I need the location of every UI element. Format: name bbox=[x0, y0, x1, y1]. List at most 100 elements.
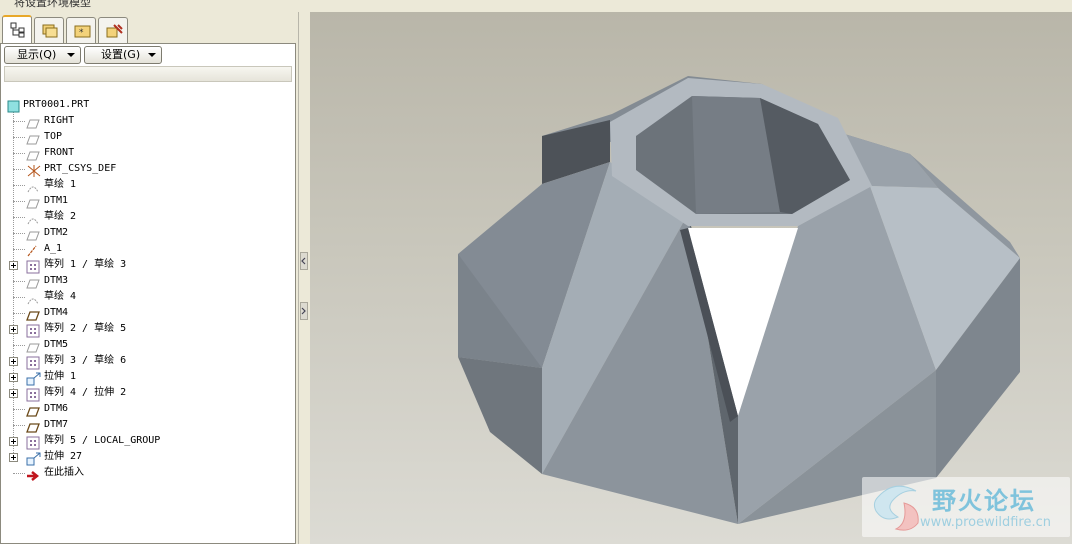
graphics-viewport[interactable] bbox=[310, 12, 1072, 544]
tree-item-label: 草绘 2 bbox=[44, 211, 77, 222]
tree-item[interactable]: FRONT bbox=[1, 145, 291, 161]
show-menu-label: 显示(Q) bbox=[17, 48, 57, 61]
expand-right-button[interactable] bbox=[300, 302, 308, 320]
watermark-url: www.proewildfire.cn bbox=[920, 515, 1051, 530]
tree-item-label: 在此插入 bbox=[44, 467, 84, 478]
chevron-left-icon bbox=[301, 257, 306, 265]
folder-browser-icon bbox=[42, 24, 58, 38]
tree-root-label: PRT0001.PRT bbox=[23, 99, 90, 110]
tree-item[interactable]: 拉伸 1 bbox=[1, 369, 291, 386]
svg-text:*: * bbox=[79, 28, 84, 38]
tree-connector bbox=[13, 201, 25, 202]
tree-item[interactable]: DTM6 bbox=[1, 401, 291, 417]
model-facet bbox=[458, 357, 542, 474]
tree-item[interactable]: 阵列 2 / 草绘 5 bbox=[1, 321, 291, 338]
tree-item[interactable]: 阵列 5 / LOCAL_GROUP bbox=[1, 433, 291, 450]
tree-column-header-cell[interactable] bbox=[4, 66, 292, 82]
tree-item-label: 阵列 3 / 草绘 6 bbox=[44, 355, 127, 366]
tree-connector bbox=[13, 121, 25, 122]
tree-item-label: 阵列 4 / 拉伸 2 bbox=[44, 387, 127, 398]
navigator-panel: * 显示(Q) 设置(G) PRT0001.PRT RIGHT TOP FRONT PR… bbox=[0, 12, 298, 544]
tree-item[interactable]: 阵列 4 / 拉伸 2 bbox=[1, 385, 291, 402]
tree-item[interactable]: DTM3 bbox=[1, 273, 291, 289]
tree-connector bbox=[13, 249, 25, 250]
tree-column-header bbox=[0, 65, 296, 85]
watermark-logo-icon bbox=[873, 485, 919, 531]
tree-item-label: PRT_CSYS_DEF bbox=[44, 163, 117, 174]
chevron-right-icon bbox=[301, 307, 306, 315]
tree-connector bbox=[13, 153, 25, 154]
tree-item[interactable]: 草绘 1 bbox=[1, 177, 291, 193]
expand-toggle-icon[interactable] bbox=[9, 437, 18, 446]
favorites-icon: * bbox=[74, 25, 91, 38]
expand-toggle-icon[interactable] bbox=[9, 389, 18, 398]
settings-menu-label: 设置(G) bbox=[101, 48, 141, 61]
tree-item-label: DTM1 bbox=[44, 195, 69, 206]
tree-item-label: A_1 bbox=[44, 243, 63, 254]
tab-folder-browser[interactable] bbox=[34, 17, 64, 43]
tree-item[interactable]: 草绘 2 bbox=[1, 209, 291, 225]
panel-splitter[interactable] bbox=[298, 12, 310, 544]
tree-item[interactable]: 拉伸 27 bbox=[1, 449, 291, 466]
window-title-bar: 将设置环境模型 bbox=[0, 0, 1072, 12]
tree-item[interactable]: 阵列 1 / 草绘 3 bbox=[1, 257, 291, 274]
tree-item-label: DTM6 bbox=[44, 403, 69, 414]
tree-item[interactable]: DTM4 bbox=[1, 305, 291, 321]
tree-item-label: 拉伸 27 bbox=[44, 451, 83, 462]
settings-menu-button[interactable]: 设置(G) bbox=[84, 46, 162, 64]
tab-connections[interactable] bbox=[98, 17, 128, 43]
tree-item-label: FRONT bbox=[44, 147, 75, 158]
watermark-title: 野火论坛 bbox=[932, 487, 1036, 515]
tree-item-label: 阵列 1 / 草绘 3 bbox=[44, 259, 127, 270]
tree-connector bbox=[13, 297, 25, 298]
expand-toggle-icon[interactable] bbox=[9, 325, 18, 334]
dropdown-arrow-icon bbox=[148, 53, 156, 57]
window-title: 将设置环境模型 bbox=[14, 0, 91, 9]
tree-item-label: 阵列 5 / LOCAL_GROUP bbox=[44, 435, 161, 446]
tree-item[interactable]: 在此插入 bbox=[1, 465, 291, 481]
model-tree-icon bbox=[10, 22, 25, 38]
tree-item[interactable]: A_1 bbox=[1, 241, 291, 257]
tree-connector bbox=[13, 345, 25, 346]
tree-connector bbox=[13, 233, 25, 234]
tree-item[interactable]: DTM5 bbox=[1, 337, 291, 353]
connections-icon bbox=[106, 24, 123, 38]
tree-connector bbox=[13, 185, 25, 186]
forum-watermark: 野火论坛 www.proewildfire.cn bbox=[862, 477, 1070, 537]
tree-item[interactable]: DTM2 bbox=[1, 225, 291, 241]
navigator-tabs: * bbox=[0, 15, 298, 44]
insert-here-arrow-icon bbox=[26, 467, 40, 486]
expand-toggle-icon[interactable] bbox=[9, 261, 18, 270]
tree-item-label: TOP bbox=[44, 131, 63, 142]
expand-toggle-icon[interactable] bbox=[9, 357, 18, 366]
tab-model-tree[interactable] bbox=[2, 15, 32, 44]
show-menu-button[interactable]: 显示(Q) bbox=[4, 46, 81, 64]
tree-connector bbox=[13, 169, 25, 170]
tree-connector bbox=[13, 473, 25, 474]
navigator-toolbar: 显示(Q) 设置(G) bbox=[0, 43, 296, 65]
solid-model[interactable] bbox=[310, 12, 1072, 544]
tree-item[interactable]: 阵列 3 / 草绘 6 bbox=[1, 353, 291, 370]
tree-connector bbox=[13, 409, 25, 410]
tree-item-label: DTM5 bbox=[44, 339, 69, 350]
dropdown-arrow-icon bbox=[67, 53, 75, 57]
expand-toggle-icon[interactable] bbox=[9, 453, 18, 462]
tree-connector bbox=[13, 281, 25, 282]
tree-item[interactable]: DTM1 bbox=[1, 193, 291, 209]
tree-item-label: DTM7 bbox=[44, 419, 69, 430]
tree-root-row[interactable]: PRT0001.PRT bbox=[1, 97, 291, 113]
tree-item[interactable]: RIGHT bbox=[1, 113, 291, 129]
tree-item-label: DTM4 bbox=[44, 307, 69, 318]
tree-item-label: 草绘 4 bbox=[44, 291, 77, 302]
expand-toggle-icon[interactable] bbox=[9, 373, 18, 382]
tree-item-label: DTM2 bbox=[44, 227, 69, 238]
tree-item[interactable]: TOP bbox=[1, 129, 291, 145]
tree-item[interactable]: DTM7 bbox=[1, 417, 291, 433]
tree-item[interactable]: 草绘 4 bbox=[1, 289, 291, 305]
tree-item[interactable]: PRT_CSYS_DEF bbox=[1, 161, 291, 177]
tree-item-label: 拉伸 1 bbox=[44, 371, 77, 382]
tree-connector bbox=[13, 313, 25, 314]
model-tree: PRT0001.PRT RIGHT TOP FRONT PRT_CSYS_DEF 草绘 1… bbox=[0, 85, 296, 544]
collapse-left-button[interactable] bbox=[300, 252, 308, 270]
tab-favorites[interactable]: * bbox=[66, 17, 96, 43]
